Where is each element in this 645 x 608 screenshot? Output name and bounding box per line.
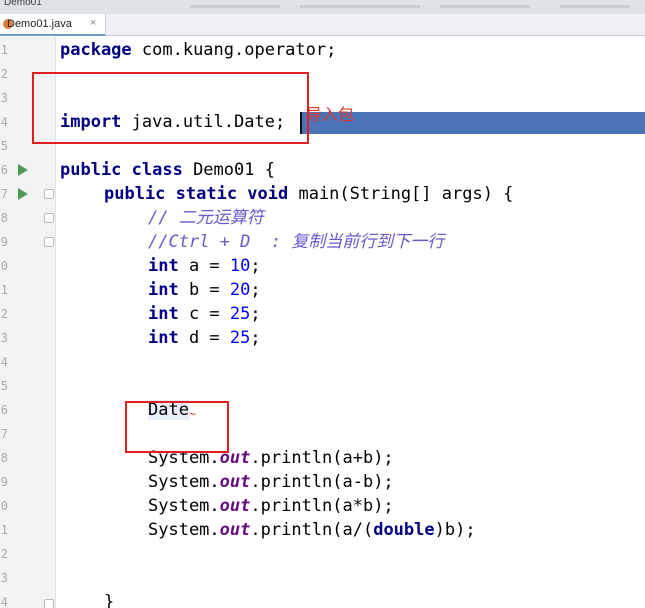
- run-main-icon[interactable]: [18, 188, 28, 200]
- keyword: int: [148, 280, 179, 300]
- decl-name: b =: [178, 280, 230, 300]
- package-name: com.kuang.operator;: [131, 40, 337, 60]
- fold-icon[interactable]: [44, 599, 54, 608]
- print-call: .println(a+b);: [250, 448, 394, 468]
- semicolon: ;: [250, 256, 261, 276]
- line-number: 4: [0, 595, 8, 608]
- line-number: 3: [0, 91, 8, 105]
- line-number: 6: [0, 163, 8, 177]
- title-blur: [190, 5, 280, 8]
- title-blur: [300, 5, 420, 8]
- number-literal: 20: [229, 280, 251, 300]
- annotation-box-date: [125, 401, 229, 453]
- main-signature: main(String[] args) {: [288, 184, 514, 204]
- print-tail: )b);: [434, 520, 476, 540]
- decl-name: d =: [178, 328, 230, 348]
- line-number: 5: [0, 139, 8, 153]
- print-receiver: System.: [148, 496, 220, 516]
- line-number: 9: [0, 235, 8, 249]
- line-number: 9: [0, 475, 8, 489]
- semicolon: ;: [250, 304, 261, 324]
- line-number: 4: [0, 355, 8, 369]
- annotation-label: 导入包: [306, 107, 355, 124]
- static-field: out: [219, 472, 251, 492]
- number-literal: 25: [229, 328, 251, 348]
- keyword: int: [148, 328, 179, 348]
- editor-tab-bar: Demo01.java ×: [0, 14, 645, 36]
- line-number: 5: [0, 379, 8, 393]
- keyword: public static void: [104, 184, 289, 204]
- code-line-decl: int b = 20;: [148, 278, 261, 302]
- static-field: out: [219, 520, 251, 540]
- window-title-strip: Demo01: [0, 0, 645, 14]
- code-comment: //Ctrl + D : 复制当前行到下一行: [148, 232, 445, 252]
- print-call: .println(a-b);: [250, 472, 394, 492]
- decl-name: c =: [178, 304, 230, 324]
- line-number: 1: [0, 43, 8, 57]
- code-line-print: System.out.println(a-b);: [148, 470, 394, 494]
- print-call: .println(a/(: [250, 520, 374, 540]
- fold-icon[interactable]: [44, 237, 54, 247]
- code-line-print: System.out.println(a*b);: [148, 494, 394, 518]
- keyword: package: [60, 40, 132, 60]
- static-field: out: [219, 496, 251, 516]
- line-number: 3: [0, 331, 8, 345]
- title-blur: [560, 5, 630, 8]
- fold-icon[interactable]: [44, 213, 54, 223]
- tab-demo01-java[interactable]: Demo01.java ×: [0, 14, 106, 36]
- decl-name: a =: [178, 256, 230, 276]
- code-line-print: System.out.println(a/(double)b);: [148, 518, 476, 542]
- tab-label: Demo01.java: [7, 18, 72, 30]
- semicolon: ;: [250, 328, 261, 348]
- code-line-decl: int d = 25;: [148, 326, 261, 350]
- annotation-box-import: [32, 72, 309, 144]
- code-line-package: package com.kuang.operator;: [60, 38, 336, 62]
- keyword: int: [148, 256, 179, 276]
- line-number: 3: [0, 571, 8, 585]
- line-number: 2: [0, 547, 8, 561]
- code-comment: // 二元运算符: [148, 208, 264, 228]
- code-line-main: public static void main(String[] args) {: [104, 182, 513, 206]
- line-number: 2: [0, 67, 8, 81]
- number-literal: 10: [229, 256, 251, 276]
- code-line-closing: }: [104, 592, 115, 608]
- line-number: 7: [0, 427, 8, 441]
- line-number: 8: [0, 451, 8, 465]
- print-call: .println(a*b);: [250, 496, 394, 516]
- line-number: 8: [0, 211, 8, 225]
- keyword: double: [373, 520, 435, 540]
- print-receiver: System.: [148, 520, 220, 540]
- semicolon: ;: [250, 280, 261, 300]
- run-class-icon[interactable]: [18, 164, 28, 176]
- line-number: 6: [0, 403, 8, 417]
- code-line-decl: int a = 10;: [148, 254, 261, 278]
- close-tab-icon[interactable]: ×: [90, 17, 96, 29]
- line-number: 7: [0, 187, 8, 201]
- keyword: int: [148, 304, 179, 324]
- line-number: 1: [0, 283, 8, 297]
- fold-icon[interactable]: [44, 189, 54, 199]
- keyword: public class: [60, 160, 183, 180]
- print-receiver: System.: [148, 472, 220, 492]
- line-number: 1: [0, 523, 8, 537]
- code-line-class: public class Demo01 {: [60, 158, 275, 182]
- project-title: Demo01: [4, 0, 42, 8]
- title-blur: [440, 5, 530, 8]
- number-literal: 25: [229, 304, 251, 324]
- line-number: 0: [0, 259, 8, 273]
- line-number: 4: [0, 115, 8, 129]
- line-number: 0: [0, 499, 8, 513]
- line-number: 2: [0, 307, 8, 321]
- code-line-decl: int c = 25;: [148, 302, 261, 326]
- class-name: Demo01 {: [182, 160, 275, 180]
